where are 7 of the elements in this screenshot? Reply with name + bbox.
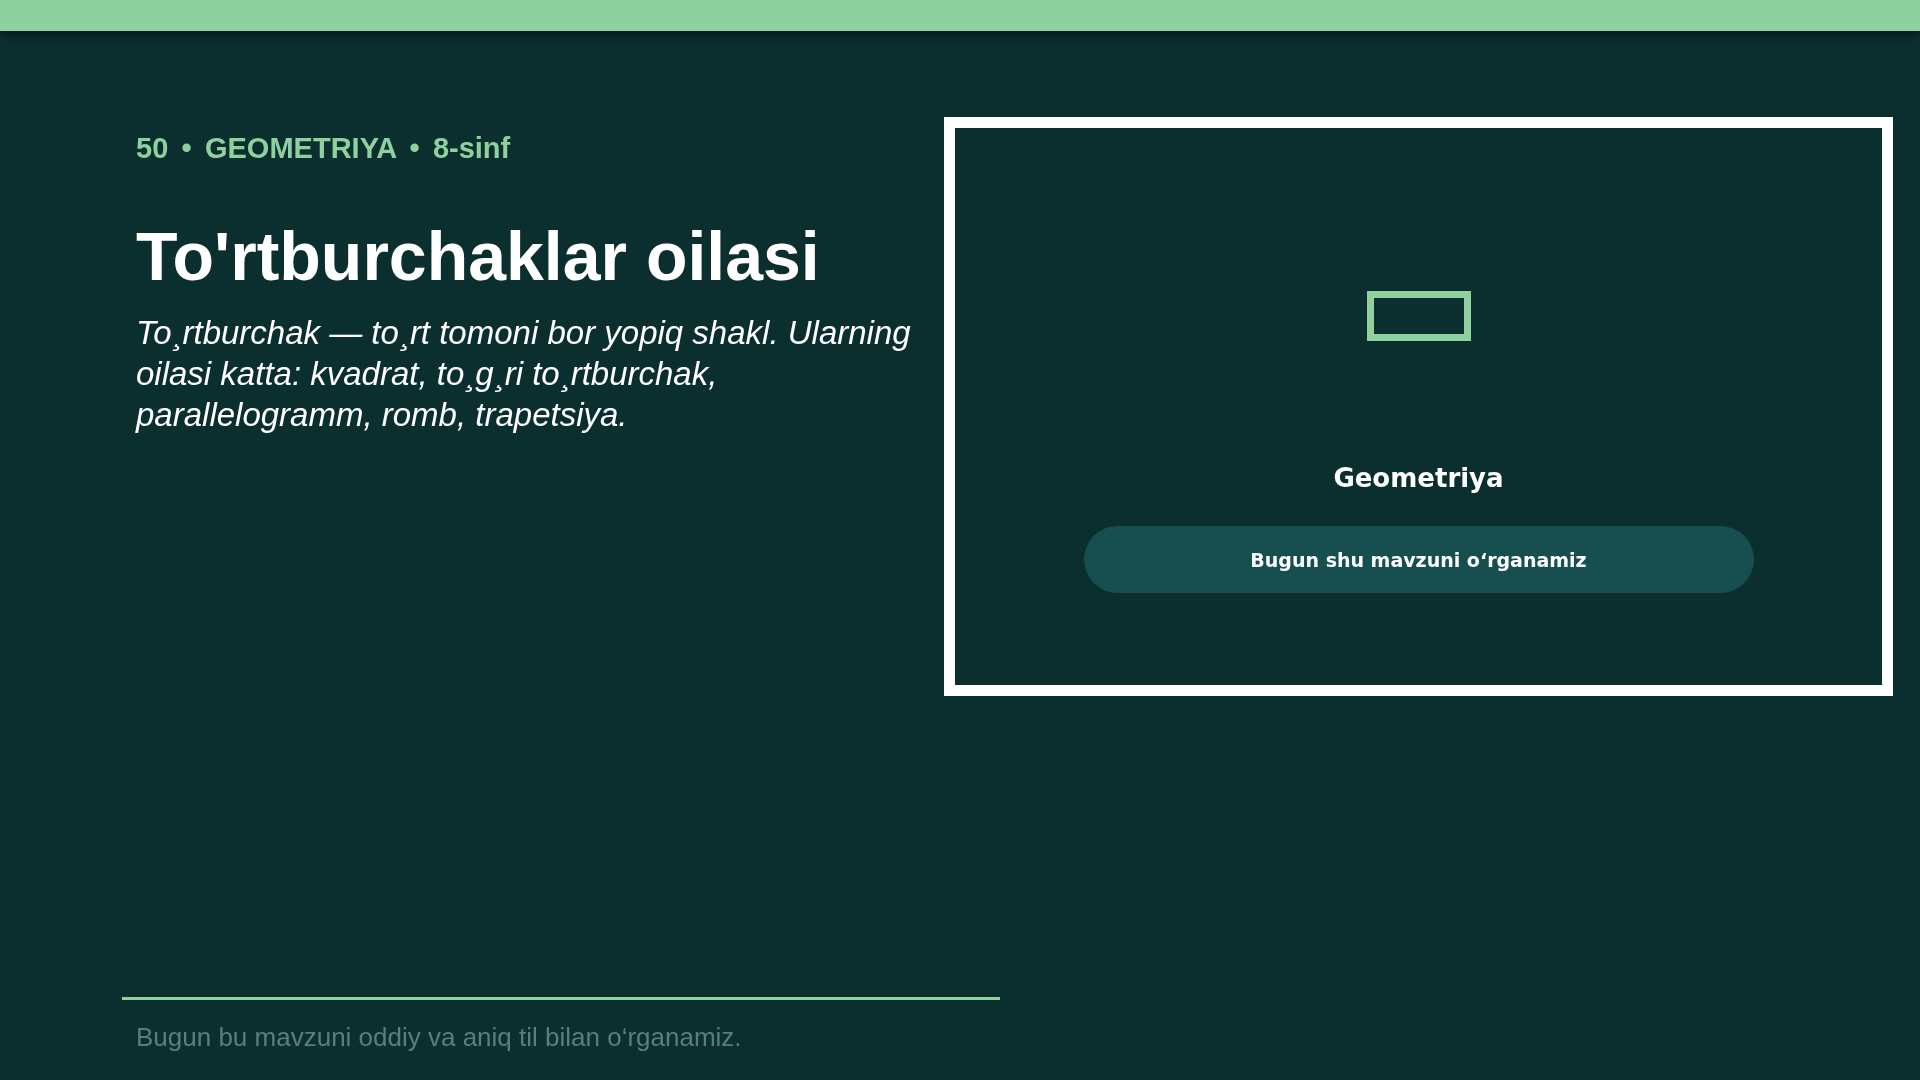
card-label: Geometriya (1333, 462, 1504, 494)
learn-button[interactable]: Bugun shu mavzuni o‘rganamiz (1083, 526, 1754, 593)
footer-text: Bugun bu mavzuni oddiy va aniq til bilan o‘rganamiz. (136, 1021, 743, 1054)
rectangle-icon (1366, 291, 1471, 341)
lesson-description: To¸rtburchak — to¸rt tomoni bor yopiq shakl. Ularning oilasi katta: kvadrat, to¸g¸ri to¸rtburchak, parallelogramm, romb, trapetsiya. (136, 313, 912, 435)
lesson-title: To'rtburchaklar oilasi (136, 217, 821, 296)
lesson-meta: 50 • GEOMETRIYA • 8-sinf (136, 131, 512, 166)
